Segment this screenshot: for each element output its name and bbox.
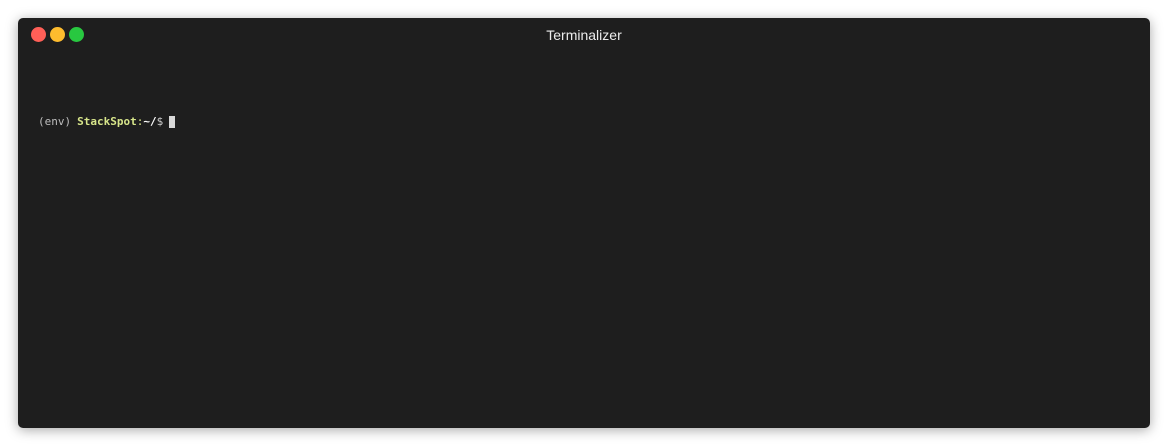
prompt-host: StackSpot <box>77 115 137 128</box>
window-title: Terminalizer <box>546 27 622 43</box>
prompt-line: (env) StackSpot: ~/$ <box>38 114 1130 130</box>
text-cursor <box>169 116 176 128</box>
env-indicator: (env) <box>38 115 72 128</box>
prompt-symbol: $ <box>156 115 164 128</box>
terminal-output[interactable]: (env) StackSpot: ~/$ <box>38 82 1130 408</box>
prompt-path: ~/ <box>143 115 157 128</box>
prompt-colon: : <box>136 115 144 128</box>
title-bar: Terminalizer <box>18 18 1150 52</box>
terminal-window: Terminalizer (env) StackSpot: ~/$ <box>18 18 1150 428</box>
